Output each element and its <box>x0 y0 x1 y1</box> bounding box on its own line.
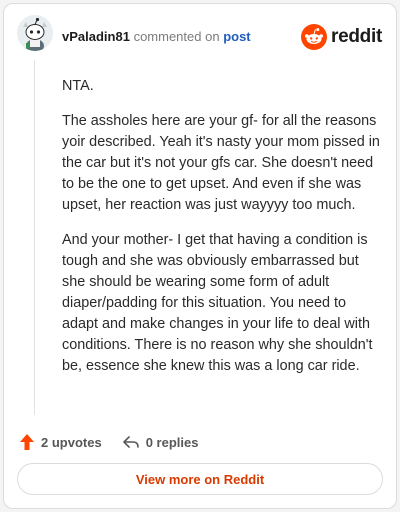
embedded-comment-card: vPaladin81 commented on post reddit NTA.… <box>3 3 397 509</box>
reply-arrow-icon[interactable] <box>122 434 140 450</box>
byline-action-text: commented on <box>133 29 220 44</box>
reddit-brand[interactable]: reddit <box>301 24 382 50</box>
comment-actions: 2 upvotes 0 replies <box>19 432 198 452</box>
comment-header: vPaladin81 commented on post reddit <box>4 4 396 68</box>
comment-paragraph: The assholes here are your gf- for all t… <box>62 113 380 213</box>
comment-body: NTA. The assholes here are your gf- for … <box>62 76 380 391</box>
view-more-button[interactable]: View more on Reddit <box>17 463 383 495</box>
reply-count: 0 replies <box>145 434 199 450</box>
post-link[interactable]: post <box>223 29 250 44</box>
upvote-arrow-icon[interactable] <box>19 433 35 451</box>
comment-paragraph: NTA. <box>62 78 94 94</box>
upvote-count: 2 upvotes <box>41 434 102 450</box>
comment-byline: vPaladin81 commented on post <box>62 29 251 45</box>
reddit-wordmark: reddit <box>331 26 382 47</box>
comment-paragraph: And your mother- I get that having a con… <box>62 232 373 374</box>
user-avatar[interactable] <box>17 15 53 51</box>
username-link[interactable]: vPaladin81 <box>62 29 130 44</box>
thread-line <box>34 60 35 415</box>
snoo-avatar-icon <box>17 15 53 51</box>
reddit-snoo-icon <box>301 24 328 50</box>
